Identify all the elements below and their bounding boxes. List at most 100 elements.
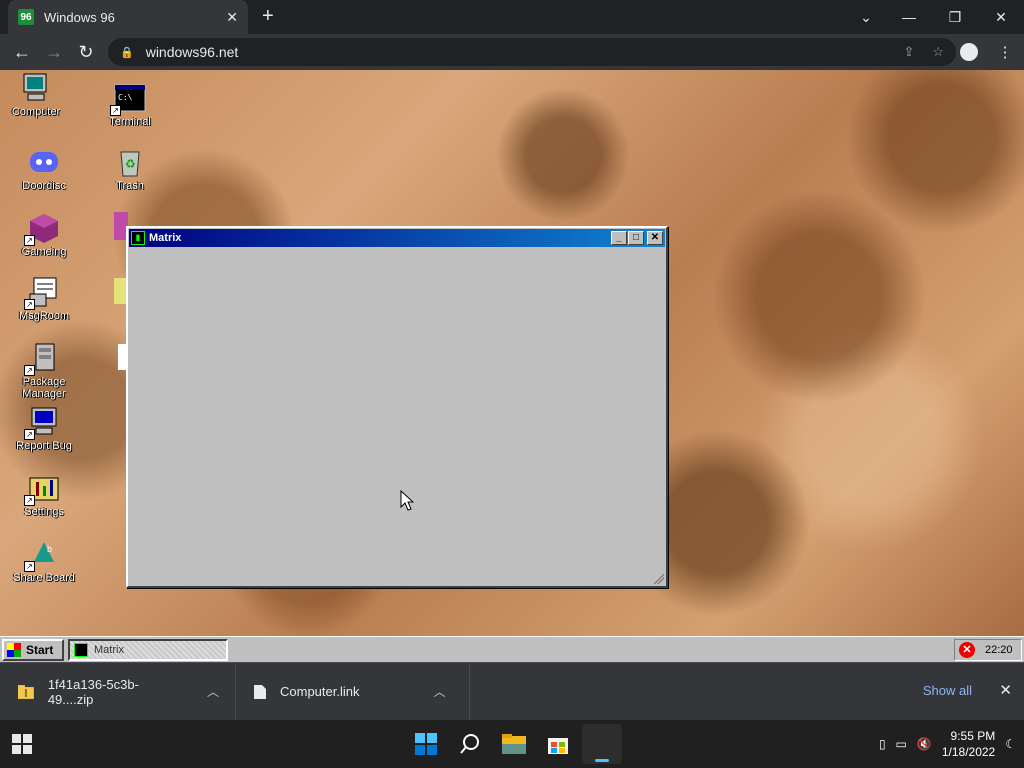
share-board-icon: b ↗ (24, 538, 60, 572)
usb-device-icon[interactable]: ▯ (879, 737, 886, 751)
tab-search-icon[interactable]: ⌄ (846, 0, 886, 34)
clock-time: 9:55 PM (950, 729, 996, 743)
svg-text:♻: ♻ (125, 157, 136, 171)
settings-icon: ↗ (24, 472, 60, 506)
display-icon[interactable]: ▭ (896, 737, 907, 751)
browser-toolbar: ← → ↻ 🔒 windows96.net ⇪ ☆ ⋮ (0, 34, 1024, 70)
tab-title: Windows 96 (44, 9, 115, 25)
download-bar: 1f41a136-5c3b-49....zip ︿ Computer.link … (0, 662, 1024, 721)
chevron-up-icon[interactable]: ︿ (433, 683, 445, 700)
desktop-icon-computer[interactable]: Computer (0, 72, 76, 118)
restore-icon[interactable]: ❐ (932, 0, 978, 34)
window-content[interactable] (130, 249, 664, 584)
mouse-cursor-icon (400, 490, 414, 511)
browser-tab[interactable]: 96 Windows 96 ✕ (8, 0, 248, 34)
focus-assist-moon-icon[interactable]: ☾ (1005, 737, 1016, 751)
report-bug-icon: ↗ (24, 406, 60, 440)
trash-icon: ♻ (114, 146, 146, 178)
windows96-favicon-icon: 96 (18, 9, 34, 25)
download-filename: Computer.link (280, 684, 360, 699)
matrix-window[interactable]: ▮ Matrix _ □ ✕ (126, 226, 668, 588)
download-item-link[interactable]: Computer.link ︿ (236, 662, 470, 721)
window-maximize-button[interactable]: □ (628, 231, 644, 245)
svg-text:b: b (47, 544, 52, 554)
icon-label: Gameing (21, 246, 67, 258)
desktop-icon-package-manager[interactable]: ↗ Package Manager (4, 342, 84, 400)
forward-arrow-icon[interactable]: → (38, 36, 70, 68)
url-text: windows96.net (145, 44, 239, 60)
minimize-icon[interactable]: — (886, 0, 932, 34)
download-filename: 1f41a136-5c3b-49....zip (47, 676, 139, 707)
desktop-icon-share-board[interactable]: b ↗ Share Board (4, 538, 84, 584)
lock-icon[interactable]: 🔒 (120, 46, 134, 59)
show-all-downloads-link[interactable]: Show all (923, 683, 972, 698)
reload-icon[interactable]: ↻ (70, 36, 102, 68)
clock-date: 1/18/2022 (941, 745, 996, 759)
zip-folder-icon (18, 684, 34, 699)
microsoft-store-icon[interactable] (538, 724, 578, 764)
terminal-icon: C:\ ↗ (110, 82, 146, 116)
address-bar[interactable]: 🔒 windows96.net ⇪ ☆ (108, 38, 956, 66)
resize-grip-icon[interactable] (654, 574, 664, 584)
svg-text:C:\: C:\ (118, 93, 133, 102)
error-icon[interactable]: ✕ (959, 641, 975, 658)
desktop-icon-gameing[interactable]: ↗ Gameing (4, 212, 84, 258)
taskbar-item-label: Matrix (94, 643, 124, 656)
hidden-folder-icon (114, 278, 126, 304)
desktop-icon-report-bug[interactable]: ↗ Report Bug (4, 406, 84, 452)
win96-system-tray: ✕ 22:20 (954, 638, 1022, 661)
matrix-app-icon: ▮ (131, 231, 145, 245)
icon-label: Package Manager (22, 376, 66, 400)
matrix-app-icon (74, 642, 88, 657)
profile-icon[interactable] (956, 38, 982, 66)
menu-kebab-icon[interactable]: ⋮ (992, 38, 1018, 66)
win96-clock: 22:20 (985, 643, 1013, 656)
back-arrow-icon[interactable]: ← (6, 36, 38, 68)
package-manager-icon: ↗ (24, 342, 60, 376)
window-title: Matrix (149, 232, 182, 244)
system-clock[interactable]: 9:55 PM 1/18/2022 (942, 728, 995, 760)
browser-tabstrip: 96 Windows 96 ✕ + ⌄ — ❐ ✕ (0, 0, 1024, 34)
icon-label: Share Board (13, 572, 75, 584)
windows-logo-app-icon[interactable] (406, 724, 446, 764)
taskbar-item-matrix[interactable]: Matrix (68, 638, 228, 661)
bookmark-star-icon[interactable]: ☆ (932, 44, 944, 60)
icon-label: MsgRoom (18, 310, 70, 322)
close-download-bar-icon[interactable]: ✕ (999, 681, 1012, 699)
tab-close-icon[interactable]: ✕ (226, 9, 238, 26)
msgroom-icon: ↗ (24, 276, 60, 310)
icon-label: Trash (116, 180, 144, 192)
windows-start-icon[interactable] (12, 734, 32, 754)
close-icon[interactable]: ✕ (978, 0, 1024, 34)
start-label: Start (26, 642, 54, 657)
icon-label: Report Bug (16, 440, 72, 452)
computer-icon (20, 72, 52, 104)
file-icon (254, 684, 266, 699)
chevron-up-icon[interactable]: ︿ (207, 683, 219, 700)
active-app-icon[interactable] (582, 724, 622, 764)
desktop-icon-trash[interactable]: ♻ Trash (90, 146, 170, 192)
window-close-button[interactable]: ✕ (647, 231, 663, 245)
download-item-zip[interactable]: 1f41a136-5c3b-49....zip ︿ (0, 662, 236, 721)
window-minimize-button[interactable]: _ (611, 231, 627, 245)
share-icon[interactable]: ⇪ (903, 44, 914, 60)
icon-label: Computer (11, 106, 61, 118)
desktop-icon-msgroom[interactable]: ↗ MsgRoom (4, 276, 84, 322)
windows11-taskbar: ▯ ▭ 🔇 9:55 PM 1/18/2022 ☾ (0, 720, 1024, 768)
volume-muted-icon[interactable]: 🔇 (917, 737, 932, 751)
window-titlebar[interactable]: ▮ Matrix _ □ ✕ (129, 229, 665, 247)
start-button[interactable]: Start (2, 638, 64, 661)
search-icon[interactable] (450, 724, 490, 764)
icon-label: Doordisc (22, 180, 66, 192)
win96-taskbar: Start Matrix ✕ 22:20 (0, 636, 1024, 662)
window-controls: ⌄ — ❐ ✕ (846, 0, 1024, 34)
desktop-icon-settings[interactable]: ↗ Settings (4, 472, 84, 518)
hidden-document-icon (118, 344, 126, 370)
new-tab-button[interactable]: + (262, 6, 274, 26)
game-cube-icon: ↗ (24, 212, 60, 246)
desktop-icon-doordisc[interactable]: Doordisc (4, 146, 84, 192)
desktop-icon-terminal[interactable]: C:\ ↗ Terminal (90, 82, 170, 128)
file-explorer-icon[interactable] (494, 724, 534, 764)
win96-desktop[interactable]: Computer C:\ ↗ Terminal Doordisc ♻ Trash… (0, 70, 1024, 636)
icon-label: Terminal (109, 116, 151, 128)
